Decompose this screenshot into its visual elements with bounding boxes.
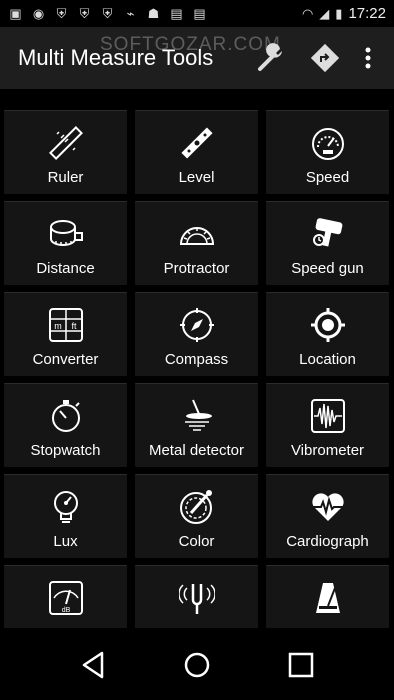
tool-label: Compass	[164, 351, 229, 368]
compass-icon	[179, 308, 214, 342]
speed-gun-icon	[312, 218, 342, 247]
tool-label: Distance	[36, 260, 95, 277]
tool-tile-sound-meter[interactable]: dB	[4, 565, 127, 628]
notification-icons: ▣ ◉ ⛨ ⛨ ⛨ ⌁ ☗ ▤ ▤	[8, 6, 207, 21]
tool-tile-color[interactable]: Color	[135, 474, 258, 558]
converter-icon-unit: m	[54, 321, 62, 331]
tool-tile-converter[interactable]: m ft Converter	[4, 292, 127, 376]
more-options-icon[interactable]	[358, 43, 378, 73]
tool-label: Ruler	[47, 169, 84, 186]
tool-tile-ruler[interactable]: Ruler	[4, 110, 127, 194]
signal-icon: ◢	[319, 5, 330, 21]
app-title: Multi Measure Tools	[18, 45, 214, 70]
directions-icon[interactable]	[310, 43, 340, 73]
recent-apps-icon[interactable]	[284, 648, 318, 682]
tool-label: Color	[178, 533, 215, 550]
tool-tile-tuning-fork[interactable]	[135, 565, 258, 628]
protractor-icon	[179, 227, 214, 245]
heartbeat-icon	[311, 493, 344, 521]
tool-label: Vibrometer	[290, 442, 365, 459]
store-notification-icon: ▤	[170, 6, 183, 21]
shield-notification-icon: ⛨	[102, 6, 113, 21]
tool-label: Speed gun	[291, 260, 364, 277]
app-bar: SOFTGOZAR.COM Multi Measure Tools	[0, 27, 394, 89]
speedometer-icon	[311, 128, 344, 160]
clock: 17:22	[348, 5, 386, 22]
tool-label: Converter	[32, 351, 99, 368]
metronome-icon	[315, 583, 340, 613]
tool-tile-location[interactable]: Location	[266, 292, 389, 376]
tool-tile-speed-gun[interactable]: Speed gun	[266, 201, 389, 285]
ruler-icon	[48, 126, 83, 160]
navigation-bar	[0, 628, 394, 700]
shield-notification-icon: ⛨	[79, 6, 90, 21]
location-target-icon	[310, 308, 345, 342]
tool-label: Metal detector	[148, 442, 245, 459]
status-bar: ▣ ◉ ⛨ ⛨ ⛨ ⌁ ☗ ▤ ▤ ◠ ◢ ▮ 17:22	[0, 0, 394, 27]
tool-label: Protractor	[163, 260, 230, 277]
metal-detector-icon	[184, 399, 212, 431]
tool-tile-metronome[interactable]	[266, 565, 389, 628]
shield-notification-icon: ⛨	[56, 6, 67, 21]
usb-notification-icon: ⌁	[126, 6, 135, 21]
back-icon[interactable]	[76, 648, 110, 682]
tool-tile-vibrometer[interactable]: Vibrometer	[266, 383, 389, 467]
tuning-fork-icon	[178, 584, 215, 614]
tool-tile-stopwatch[interactable]: Stopwatch	[4, 383, 127, 467]
converter-icon: m ft	[48, 308, 83, 342]
level-icon	[180, 127, 213, 159]
stopwatch-icon	[51, 400, 80, 432]
tool-tile-speed[interactable]: Speed	[266, 110, 389, 194]
tool-label: Stopwatch	[30, 442, 101, 459]
lux-bulb-icon	[53, 491, 78, 523]
sound-meter-unit: dB	[61, 607, 70, 614]
tool-label: Location	[299, 351, 356, 368]
tool-tile-lux[interactable]: Lux	[4, 474, 127, 558]
converter-icon-unit: ft	[71, 321, 77, 331]
tool-label: Cardiograph	[286, 533, 369, 550]
tool-tile-distance[interactable]: Distance	[4, 201, 127, 285]
battery-icon: ▮	[335, 5, 343, 21]
tool-tile-compass[interactable]: Compass	[135, 292, 258, 376]
vibrometer-icon	[310, 399, 345, 433]
store-notification-icon: ▤	[193, 6, 206, 21]
tool-label: Lux	[53, 533, 78, 550]
tool-tile-level[interactable]: Level	[135, 110, 258, 194]
tape-measure-icon	[49, 220, 83, 246]
color-picker-icon	[179, 490, 212, 524]
android-notification-icon: ☗	[147, 6, 160, 21]
tool-tile-metal-detector[interactable]: Metal detector	[135, 383, 258, 467]
wrench-icon[interactable]	[256, 43, 286, 73]
tool-tile-cardiograph[interactable]: Cardiograph	[266, 474, 389, 558]
wifi-icon: ◠	[301, 5, 314, 21]
home-icon[interactable]	[180, 648, 214, 682]
sound-meter-icon: dB	[48, 581, 83, 615]
tool-tile-protractor[interactable]: Protractor	[135, 201, 258, 285]
record-notification-icon: ◉	[32, 6, 45, 21]
tools-grid: Ruler Level Speed Distance Protractor Sp…	[4, 110, 391, 628]
tool-label: Level	[178, 169, 215, 186]
tool-label: Speed	[305, 169, 350, 186]
image-notification-icon: ▣	[9, 6, 22, 21]
